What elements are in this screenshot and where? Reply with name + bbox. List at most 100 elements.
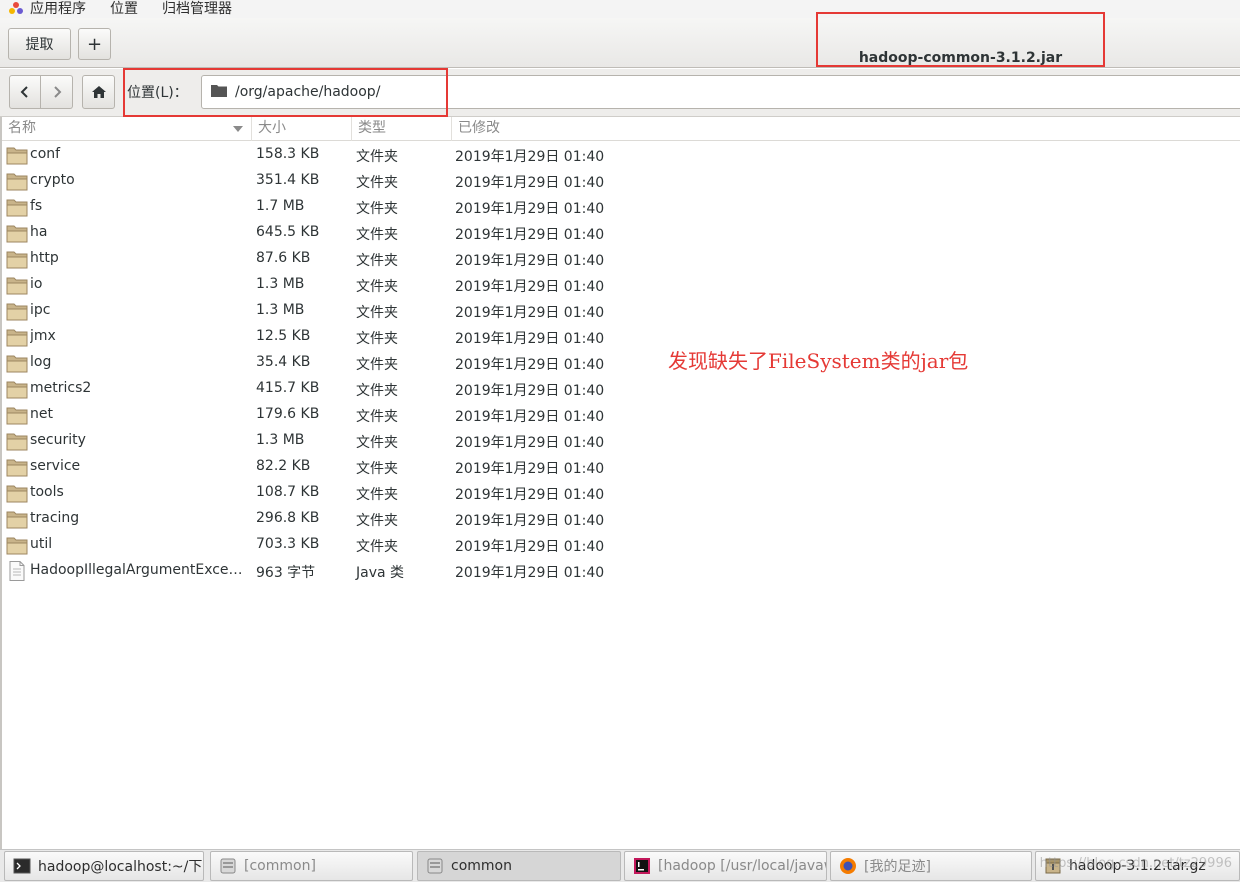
file-type: 文件夹 [356, 487, 398, 503]
file-name: tracing [30, 510, 80, 526]
folder-icon [6, 431, 28, 451]
taskbar-item-label: [hadoop [/usr/local/javaw-… [658, 858, 826, 874]
annotation-text: 发现缺失了FileSystem类的jar包 [668, 349, 969, 373]
file-type: 文件夹 [356, 435, 398, 451]
file-modified: 2019年1月29日 01:40 [455, 487, 605, 503]
file-type: 文件夹 [356, 175, 398, 191]
file-name: service [30, 458, 81, 474]
file-type: 文件夹 [356, 331, 398, 347]
applications-icon[interactable] [8, 1, 24, 17]
file-size: 108.7 KB [256, 484, 320, 500]
highlight-box-title [816, 12, 1105, 67]
column-header-size[interactable]: 大小 [252, 117, 352, 141]
file-name: ha [30, 224, 48, 240]
column-header-name[interactable]: 名称 [2, 117, 252, 141]
file-size: 1.3 MB [256, 302, 305, 318]
menu-archive-manager[interactable]: 归档管理器 [162, 0, 232, 18]
file-name: metrics2 [30, 380, 92, 396]
file-row[interactable]: conf 158.3 KB 文件夹 2019年1月29日 01:40 [2, 142, 1240, 168]
file-row[interactable]: security 1.3 MB 文件夹 2019年1月29日 01:40 [2, 428, 1240, 454]
file-modified: 2019年1月29日 01:40 [455, 305, 605, 321]
folder-icon [6, 379, 28, 399]
taskbar-item[interactable]: common [417, 851, 621, 881]
file-row[interactable]: util 703.3 KB 文件夹 2019年1月29日 01:40 [2, 532, 1240, 558]
file-type: 文件夹 [356, 305, 398, 321]
file-name: io [30, 276, 43, 292]
folder-icon [6, 405, 28, 425]
file-row[interactable]: ha 645.5 KB 文件夹 2019年1月29日 01:40 [2, 220, 1240, 246]
taskbar-item[interactable]: [hadoop [/usr/local/javaw-… [624, 851, 827, 881]
menu-places[interactable]: 位置 [110, 0, 138, 18]
file-name: net [30, 406, 53, 422]
forward-button[interactable] [41, 75, 73, 109]
file-row[interactable]: tracing 296.8 KB 文件夹 2019年1月29日 01:40 [2, 506, 1240, 532]
file-size: 1.7 MB [256, 198, 305, 214]
home-button[interactable] [82, 75, 115, 109]
folder-icon [6, 197, 28, 217]
taskbar-item-label: [common] [244, 858, 316, 874]
folder-icon [6, 353, 28, 373]
file-row[interactable]: ipc 1.3 MB 文件夹 2019年1月29日 01:40 [2, 298, 1240, 324]
file-size: 415.7 KB [256, 380, 320, 396]
file-row[interactable]: HadoopIllegalArgumentExcepti… 963 字节 Java … [2, 558, 1240, 584]
file-size: 703.3 KB [256, 536, 320, 552]
file-row[interactable]: metrics2 415.7 KB 文件夹 2019年1月29日 01:40 [2, 376, 1240, 402]
column-header-modified[interactable]: 已修改 [452, 117, 652, 141]
file-modified: 2019年1月29日 01:40 [455, 201, 605, 217]
intellij-icon [633, 857, 651, 875]
taskbar-item[interactable]: hadoop@localhost:~/下载 [4, 851, 204, 881]
taskbar-item-label: [我的足迹] [864, 859, 931, 875]
file-type: 文件夹 [356, 227, 398, 243]
file-row[interactable]: io 1.3 MB 文件夹 2019年1月29日 01:40 [2, 272, 1240, 298]
column-header-name-label: 名称 [8, 120, 36, 136]
file-name: HadoopIllegalArgumentExcepti… [30, 562, 246, 578]
file-row[interactable]: log 35.4 KB 文件夹 2019年1月29日 01:40 [2, 350, 1240, 376]
file-list: 名称 大小 类型 已修改 conf 158.3 KB 文件夹 2019年1月29日 0… [0, 117, 1240, 849]
file-size: 179.6 KB [256, 406, 320, 422]
taskbar-item[interactable]: [我的足迹] [830, 851, 1032, 881]
file-type: Java 类 [356, 565, 405, 581]
file-row[interactable]: net 179.6 KB 文件夹 2019年1月29日 01:40 [2, 402, 1240, 428]
watermark: https://blog.csdn.net/tz29996 [1039, 856, 1232, 871]
file-name: log [30, 354, 52, 370]
file-modified: 2019年1月29日 01:40 [455, 383, 605, 399]
file-type: 文件夹 [356, 539, 398, 555]
file-row[interactable]: http 87.6 KB 文件夹 2019年1月29日 01:40 [2, 246, 1240, 272]
file-type: 文件夹 [356, 253, 398, 269]
menu-applications[interactable]: 应用程序 [30, 0, 86, 18]
file-row[interactable]: crypto 351.4 KB 文件夹 2019年1月29日 01:40 [2, 168, 1240, 194]
file-size: 158.3 KB [256, 146, 320, 162]
folder-icon [6, 483, 28, 503]
file-size: 351.4 KB [256, 172, 320, 188]
terminal-icon [13, 857, 31, 875]
file-size: 963 字节 [256, 565, 316, 581]
file-modified: 2019年1月29日 01:40 [455, 149, 605, 165]
file-name: crypto [30, 172, 75, 188]
folder-icon [6, 171, 28, 191]
file-row[interactable]: tools 108.7 KB 文件夹 2019年1月29日 01:40 [2, 480, 1240, 506]
file-size: 82.2 KB [256, 458, 311, 474]
file-row[interactable]: service 82.2 KB 文件夹 2019年1月29日 01:40 [2, 454, 1240, 480]
file-modified: 2019年1月29日 01:40 [455, 175, 605, 191]
extract-button[interactable]: 提取 [8, 28, 71, 60]
chevron-right-icon [53, 86, 61, 98]
file-size: 1.3 MB [256, 432, 305, 448]
taskbar-item[interactable]: [common] [210, 851, 413, 881]
column-header-type[interactable]: 类型 [352, 117, 452, 141]
folder-icon [6, 327, 28, 347]
file-modified: 2019年1月29日 01:40 [455, 565, 605, 581]
file-row[interactable]: jmx 12.5 KB 文件夹 2019年1月29日 01:40 [2, 324, 1240, 350]
file-type: 文件夹 [356, 409, 398, 425]
file-modified: 2019年1月29日 01:40 [455, 357, 605, 373]
file-modified: 2019年1月29日 01:40 [455, 539, 605, 555]
file-modified: 2019年1月29日 01:40 [455, 513, 605, 529]
add-button[interactable]: + [78, 28, 111, 60]
back-button[interactable] [9, 75, 41, 109]
highlight-box-location [123, 68, 448, 117]
file-row[interactable]: fs 1.7 MB 文件夹 2019年1月29日 01:40 [2, 194, 1240, 220]
folder-icon [6, 249, 28, 269]
chevron-left-icon [20, 86, 28, 98]
file-type: 文件夹 [356, 383, 398, 399]
folder-icon [6, 275, 28, 295]
file-icon [6, 561, 28, 581]
